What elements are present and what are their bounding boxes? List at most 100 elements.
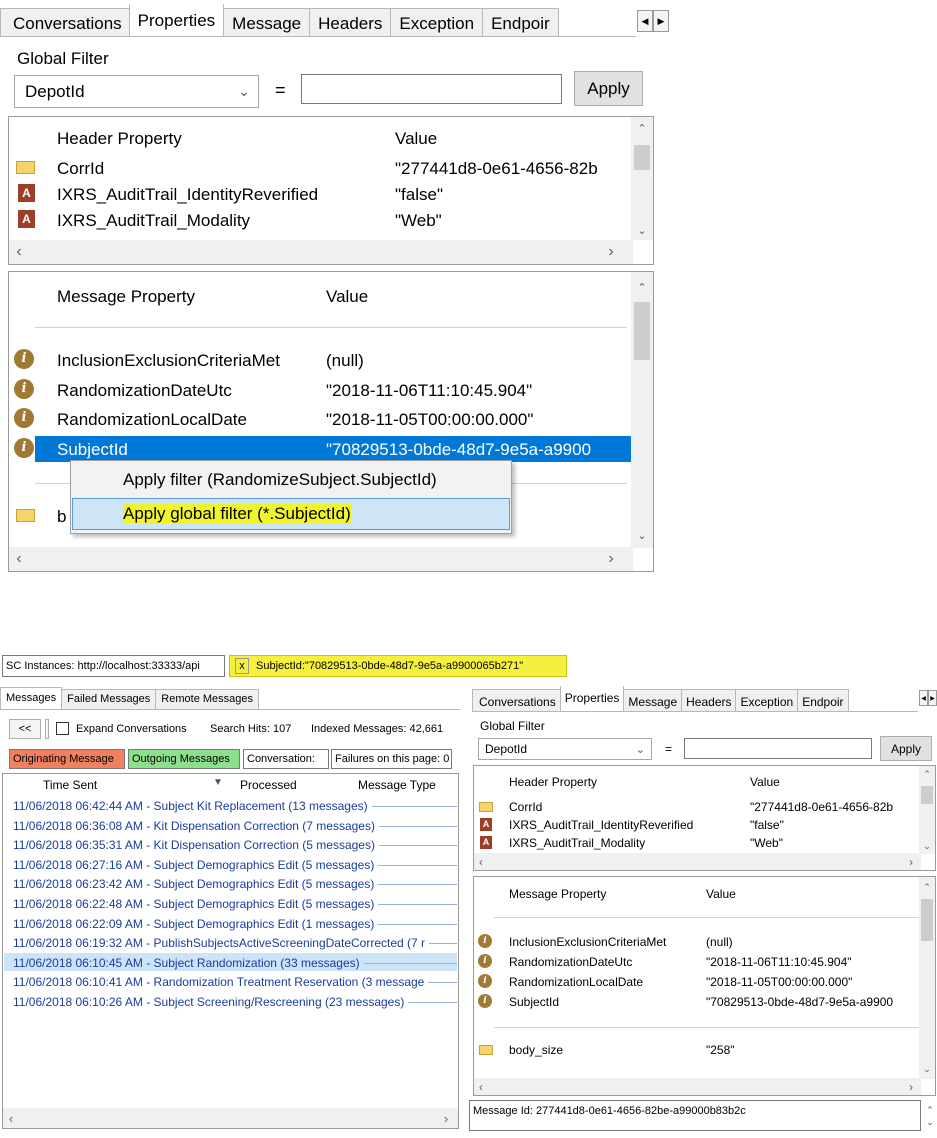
column-message-type[interactable]: Message Type <box>358 778 436 792</box>
tab-conversations[interactable]: Conversations <box>0 8 130 36</box>
message-value-column[interactable]: Value <box>706 887 736 901</box>
scrollbar-thumb[interactable] <box>634 145 650 170</box>
apply-button[interactable]: Apply <box>880 736 932 761</box>
filter-field-select[interactable]: DepotId ⌄ <box>478 738 652 760</box>
header-property-column[interactable]: Header Property <box>57 129 182 149</box>
tab-scroll-right-button[interactable]: ▶ <box>928 690 937 706</box>
conversation-row[interactable]: 11/06/2018 06:22:09 AM - Subject Demogra… <box>4 914 457 932</box>
header-row[interactable]: CorrId "277441d8-0e61-4656-82b <box>474 798 935 816</box>
tab-exception[interactable]: Exception <box>735 689 799 711</box>
scrollbar-thumb[interactable] <box>634 302 650 360</box>
conversation-row[interactable]: 11/06/2018 06:36:08 AM - Kit Dispensatio… <box>4 816 457 834</box>
message-row[interactable]: i RandomizationLocalDate "2018-11-05T00:… <box>9 407 653 431</box>
message-row[interactable]: i SubjectId "70829513-0bde-48d7-9e5a-a99… <box>474 993 935 1011</box>
header-row[interactable]: A IXRS_AuditTrail_IdentityReverified "fa… <box>9 181 653 207</box>
scroll-left-icon[interactable]: ‹ <box>3 1108 19 1128</box>
conversation-row[interactable]: 11/06/2018 06:10:26 AM - Subject Screeni… <box>4 992 457 1010</box>
tab-headers[interactable]: Headers <box>309 8 392 36</box>
column-time-sent[interactable]: Time Sent <box>43 778 97 792</box>
tab-properties[interactable]: Properties <box>559 686 625 711</box>
tab-headers[interactable]: Headers <box>681 689 737 711</box>
scroll-up-icon[interactable]: ⌃ <box>919 881 935 893</box>
message-row[interactable]: body_size "258" <box>474 1041 935 1059</box>
conversation-row[interactable]: 11/06/2018 06:10:41 AM - Randomization T… <box>4 972 457 990</box>
scroll-right-icon[interactable]: › <box>904 853 918 870</box>
apply-filter-menu-item[interactable]: Apply filter (RandomizeSubject.SubjectId… <box>72 470 510 496</box>
tab-scroll-left-button[interactable]: ◀ <box>919 690 928 706</box>
scroll-left-icon[interactable]: ‹ <box>9 240 29 264</box>
message-row[interactable]: i InclusionExclusionCriteriaMet (null) <box>9 348 653 372</box>
conversation-row[interactable]: 11/06/2018 06:35:31 AM - Kit Dispensatio… <box>4 835 457 853</box>
tab-remote-messages[interactable]: Remote Messages <box>155 689 260 709</box>
message-grid-vertical-scrollbar[interactable]: ⌃ ⌄ <box>631 272 653 548</box>
scroll-right-icon[interactable]: › <box>904 1078 918 1095</box>
scroll-up-icon[interactable]: ⌃ <box>631 119 653 137</box>
tab-endpoint[interactable]: Endpoir <box>482 8 559 36</box>
header-grid-horizontal-scrollbar[interactable]: ‹ › <box>9 240 633 264</box>
message-property-column[interactable]: Message Property <box>57 287 195 307</box>
message-id-spinner[interactable]: ⌃ ⌄ <box>924 1104 936 1130</box>
header-value-column[interactable]: Value <box>750 775 780 789</box>
scroll-right-icon[interactable]: › <box>438 1108 454 1128</box>
message-row[interactable]: i InclusionExclusionCriteriaMet (null) <box>474 933 935 951</box>
tab-endpoint[interactable]: Endpoir <box>797 689 849 711</box>
header-row[interactable]: CorrId "277441d8-0e61-4656-82b <box>9 155 653 181</box>
scroll-right-icon[interactable]: › <box>601 547 621 571</box>
conversation-row[interactable]: 11/06/2018 06:22:48 AM - Subject Demogra… <box>4 894 457 912</box>
conversation-row[interactable]: 11/06/2018 06:42:44 AM - Subject Kit Rep… <box>4 796 457 814</box>
tab-properties[interactable]: Properties <box>128 4 225 36</box>
tab-exception[interactable]: Exception <box>390 8 484 36</box>
filter-value-input[interactable] <box>684 738 872 759</box>
message-row-selected[interactable]: SubjectId "70829513-0bde-48d7-9e5a-a9900 <box>35 436 631 462</box>
scroll-down-icon[interactable]: ⌄ <box>919 840 935 852</box>
message-row[interactable]: i RandomizationLocalDate "2018-11-05T00:… <box>474 973 935 991</box>
collapse-button[interactable]: << <box>9 719 41 739</box>
header-row[interactable]: A IXRS_AuditTrail_Modality "Web" <box>474 834 935 852</box>
scroll-down-icon[interactable]: ⌄ <box>631 526 653 544</box>
conversation-row[interactable]: 11/06/2018 06:23:42 AM - Subject Demogra… <box>4 874 457 892</box>
scroll-down-icon[interactable]: ⌄ <box>919 1063 935 1075</box>
horizontal-scrollbar[interactable]: ‹ › <box>474 1078 921 1095</box>
header-value-column[interactable]: Value <box>395 129 437 149</box>
horizontal-scrollbar[interactable]: ‹ › <box>474 853 921 870</box>
expand-conversations-checkbox[interactable] <box>56 722 69 735</box>
conversation-row[interactable]: 11/06/2018 06:10:45 AM - Subject Randomi… <box>4 952 457 971</box>
apply-button[interactable]: Apply <box>574 71 643 106</box>
scrollbar-thumb[interactable] <box>921 786 933 804</box>
filter-chip[interactable]: x SubjectId:"70829513-0bde-48d7-9e5a-a99… <box>229 655 567 677</box>
apply-global-filter-menu-item[interactable]: Apply global filter (*.SubjectId) <box>72 498 510 530</box>
scrollbar-thumb[interactable] <box>921 899 933 941</box>
message-property-column[interactable]: Message Property <box>509 887 606 901</box>
remove-filter-button[interactable]: x <box>235 658 249 674</box>
scroll-right-icon[interactable]: › <box>601 240 621 264</box>
scroll-left-icon[interactable]: ‹ <box>9 547 29 571</box>
scroll-down-icon[interactable]: ⌄ <box>631 221 653 239</box>
message-value-column[interactable]: Value <box>326 287 368 307</box>
tab-message[interactable]: Message <box>623 689 683 711</box>
vertical-scrollbar[interactable]: ⌃ ⌄ <box>919 877 935 1079</box>
tab-scroll-right-button[interactable]: ▶ <box>653 10 669 32</box>
tab-failed-messages[interactable]: Failed Messages <box>61 689 157 709</box>
filter-field-select[interactable]: DepotId ⌄ <box>14 75 259 108</box>
scroll-up-icon[interactable]: ⌃ <box>919 768 935 780</box>
message-grid-horizontal-scrollbar[interactable]: ‹ › <box>9 547 633 571</box>
tab-message[interactable]: Message <box>223 8 311 36</box>
scroll-left-icon[interactable]: ‹ <box>474 1078 488 1095</box>
conversation-row[interactable]: 11/06/2018 06:27:16 AM - Subject Demogra… <box>4 855 457 873</box>
filter-value-input[interactable] <box>301 74 562 104</box>
scroll-left-icon[interactable]: ‹ <box>474 853 488 870</box>
tab-conversations[interactable]: Conversations <box>472 689 561 711</box>
scroll-up-icon[interactable]: ⌃ <box>631 278 653 296</box>
list-horizontal-scrollbar[interactable]: ‹ › <box>3 1108 458 1128</box>
tab-messages[interactable]: Messages <box>0 687 63 709</box>
column-processed[interactable]: Processed <box>240 778 297 792</box>
header-row[interactable]: A IXRS_AuditTrail_Modality "Web" <box>9 207 653 233</box>
conversation-row[interactable]: 11/06/2018 06:19:32 AM - PublishSubjects… <box>4 933 457 951</box>
vertical-scrollbar[interactable]: ⌃ ⌄ <box>919 766 935 854</box>
message-row[interactable]: i RandomizationDateUtc "2018-11-06T11:10… <box>474 953 935 971</box>
header-grid-vertical-scrollbar[interactable]: ⌃ ⌄ <box>631 117 653 240</box>
message-row[interactable]: i RandomizationDateUtc "2018-11-06T11:10… <box>9 378 653 402</box>
header-row[interactable]: A IXRS_AuditTrail_IdentityReverified "fa… <box>474 816 935 834</box>
header-property-column[interactable]: Header Property <box>509 775 597 789</box>
message-id-box[interactable]: Message Id: 277441d8-0e61-4656-82be-a990… <box>469 1100 921 1131</box>
